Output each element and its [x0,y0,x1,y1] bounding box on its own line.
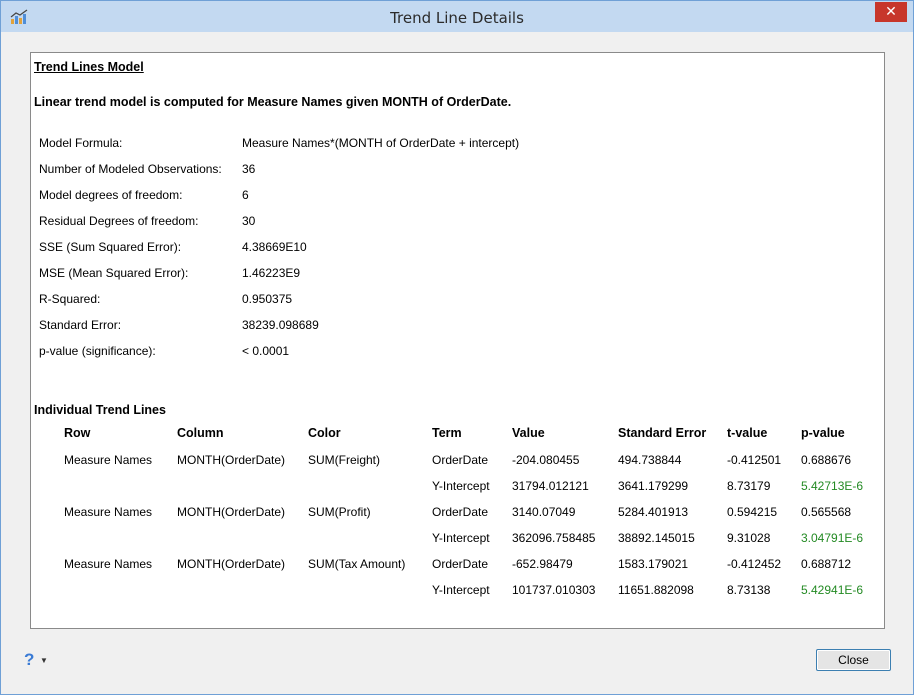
table-cell-p: 5.42941E-6 [801,583,864,597]
report-heading: Trend Lines Model [34,60,144,74]
close-icon: ✕ [885,4,897,20]
table-cell-color: SUM(Tax Amount) [308,557,406,571]
table-cell-value: 3140.07049 [512,505,576,519]
stat-label: R-Squared: [39,292,101,306]
help-button[interactable]: ? ▼ [24,650,50,670]
stat-row: p-value (significance): < 0.0001 [39,344,639,370]
table-cell-se: 494.738844 [618,453,682,467]
stat-label: Model degrees of freedom: [39,188,183,202]
table-cell-p: 0.565568 [801,505,852,519]
stat-row: Model degrees of freedom: 6 [39,188,639,214]
stat-row: SSE (Sum Squared Error): 4.38669E10 [39,240,639,266]
table-cell-color: SUM(Freight) [308,453,381,467]
stat-row: R-Squared: 0.950375 [39,292,639,318]
table-cell-se: 11651.882098 [618,583,694,597]
table-cell-p: 0.688712 [801,557,852,571]
close-window-button[interactable]: ✕ [875,2,907,22]
table-cell-value: 31794.012121 [512,479,589,493]
table-cell-color: SUM(Profit) [308,505,371,519]
column-header: Standard Error [618,426,707,440]
column-header: p-value [801,426,845,440]
chevron-down-icon: ▼ [40,656,48,665]
table-cell-t: 9.31028 [727,531,771,545]
table-cell-term: Y-Intercept [432,479,490,493]
stat-label: p-value (significance): [39,344,156,358]
model-description: Linear trend model is computed for Measu… [34,95,512,109]
table-cell-t: -0.412501 [727,453,782,467]
table-cell-p: 5.42713E-6 [801,479,864,493]
trend-lines-section-title: Individual Trend Lines [34,403,166,417]
table-cell-t: 0.594215 [727,505,778,519]
trend-line-details-window: Trend Line Details ✕ Trend Lines Model L… [0,0,914,695]
stat-label: Model Formula: [39,136,123,150]
table-cell-column: MONTH(OrderDate) [177,505,286,519]
help-question-icon: ? [24,650,35,669]
column-header: Term [432,426,462,440]
table-cell-row: Measure Names [64,557,153,571]
stat-value: 6 [242,188,249,202]
table-cell-term: OrderDate [432,505,489,519]
column-header: Row [64,426,91,440]
table-cell-term: OrderDate [432,453,489,467]
table-cell-value: 362096.758485 [512,531,596,545]
table-cell-column: MONTH(OrderDate) [177,557,286,571]
table-cell-se: 38892.145015 [618,531,695,545]
table-cell-p: 3.04791E-6 [801,531,864,545]
stat-row: Standard Error: 38239.098689 [39,318,639,344]
stat-value: 36 [242,162,256,176]
stat-label: Number of Modeled Observations: [39,162,222,176]
table-cell-value: -204.080455 [512,453,580,467]
stat-row: Model Formula: Measure Names*(MONTH of Or… [39,136,639,162]
window-title: Trend Line Details [390,9,524,27]
table-cell-se: 5284.401913 [618,505,689,519]
table-cell-row: Measure Names [64,505,153,519]
stat-value: 1.46223E9 [242,266,301,280]
table-cell-term: Y-Intercept [432,531,490,545]
dialog-client-area: Trend Lines Model Linear trend model is … [9,32,905,686]
table-cell-value: 101737.010303 [512,583,596,597]
table-cell-t: 8.73138 [727,583,771,597]
column-header: t-value [727,426,768,440]
table-cell-row: Measure Names [64,453,153,467]
stat-label: Standard Error: [39,318,122,332]
stat-value: Measure Names*(MONTH of OrderDate + inte… [242,136,520,150]
column-header: Color [308,426,341,440]
table-cell-t: -0.412452 [727,557,782,571]
column-header: Column [177,426,224,440]
stat-label: MSE (Mean Squared Error): [39,266,189,280]
report-panel[interactable]: Trend Lines Model Linear trend model is … [30,52,885,629]
table-cell-column: MONTH(OrderDate) [177,453,286,467]
table-cell-value: -652.98479 [512,557,573,571]
stat-value: < 0.0001 [242,344,290,358]
table-cell-term: Y-Intercept [432,583,490,597]
stat-row: Number of Modeled Observations: 36 [39,162,639,188]
table-cell-p: 0.688676 [801,453,852,467]
table-cell-se: 1583.179021 [618,557,689,571]
stat-value: 30 [242,214,256,228]
close-button[interactable]: Close [816,649,891,671]
stat-label: Residual Degrees of freedom: [39,214,199,228]
model-stats: Model Formula: Measure Names*(MONTH of Or… [39,136,639,370]
stat-value: 0.950375 [242,292,293,306]
stat-row: Residual Degrees of freedom: 30 [39,214,639,240]
column-header: Value [512,426,545,440]
stat-value: 38239.098689 [242,318,319,332]
table-cell-t: 8.73179 [727,479,771,493]
stat-value: 4.38669E10 [242,240,307,254]
stat-label: SSE (Sum Squared Error): [39,240,182,254]
table-cell-se: 3641.179299 [618,479,689,493]
stat-row: MSE (Mean Squared Error): 1.46223E9 [39,266,639,292]
table-cell-term: OrderDate [432,557,489,571]
title-bar[interactable]: Trend Line Details ✕ [1,1,913,32]
